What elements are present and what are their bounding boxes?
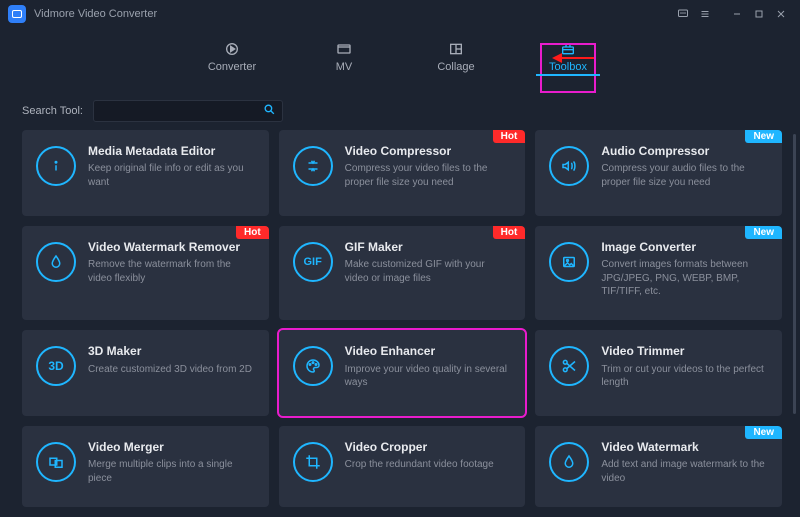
compress-icon: [293, 146, 333, 186]
tool-desc: Keep original file info or edit as you w…: [88, 162, 255, 189]
tool-desc: Compress your video files to the proper …: [345, 162, 512, 189]
tool-video-watermark[interactable]: New Video Watermark Add text and image wa…: [535, 426, 782, 507]
tool-image-converter[interactable]: New Image Converter Convert images format…: [535, 226, 782, 321]
new-badge: New: [745, 130, 782, 143]
hot-badge: Hot: [236, 226, 269, 239]
tool-video-watermark-remover[interactable]: Hot Video Watermark Remover Remove the wa…: [22, 226, 269, 321]
tab-label: Converter: [208, 61, 256, 73]
hot-badge: Hot: [493, 226, 526, 239]
converter-icon: [222, 41, 242, 57]
active-tab-underline: [536, 74, 600, 76]
tool-title: Video Compressor: [345, 144, 512, 158]
app-title: Vidmore Video Converter: [34, 8, 157, 20]
image-convert-icon: [549, 242, 589, 282]
tool-desc: Merge multiple clips into a single piece: [88, 458, 255, 485]
search-input[interactable]: [100, 105, 263, 117]
scissors-icon: [549, 346, 589, 386]
tool-desc: Make customized GIF with your video or i…: [345, 258, 512, 285]
tool-video-cropper[interactable]: Video Cropper Crop the redundant video fo…: [279, 426, 526, 507]
audio-compress-icon: [549, 146, 589, 186]
tool-title: Video Watermark: [601, 440, 768, 454]
tool-desc: Convert images formats between JPG/JPEG,…: [601, 258, 768, 299]
droplet-icon: [36, 242, 76, 282]
hot-badge: Hot: [493, 130, 526, 143]
tool-title: 3D Maker: [88, 344, 255, 358]
tool-desc: Create customized 3D video from 2D: [88, 363, 255, 377]
close-button[interactable]: [770, 4, 792, 24]
app-logo: [8, 5, 26, 23]
tool-title: GIF Maker: [345, 240, 512, 254]
minimize-button[interactable]: [726, 4, 748, 24]
tab-collage[interactable]: Collage: [426, 41, 486, 73]
tool-title: Video Cropper: [345, 440, 512, 454]
feedback-icon[interactable]: [672, 4, 694, 24]
titlebar: Vidmore Video Converter: [0, 0, 800, 28]
new-badge: New: [745, 426, 782, 439]
tool-title: Video Enhancer: [345, 344, 512, 358]
gif-icon: GIF: [293, 242, 333, 282]
crop-icon: [293, 442, 333, 482]
tool-desc: Compress your audio files to the proper …: [601, 162, 768, 189]
collage-icon: [446, 41, 466, 57]
tool-desc: Add text and image watermark to the vide…: [601, 458, 768, 485]
tab-converter[interactable]: Converter: [202, 41, 262, 73]
droplet-icon: [549, 442, 589, 482]
palette-icon: [293, 346, 333, 386]
annotation-arrow: [552, 50, 594, 66]
tool-video-compressor[interactable]: Hot Video Compressor Compress your video …: [279, 130, 526, 216]
main-tabs: Converter MV Collage Toolbox: [0, 28, 800, 86]
tool-title: Media Metadata Editor: [88, 144, 255, 158]
search-box[interactable]: [93, 100, 283, 122]
tool-title: Audio Compressor: [601, 144, 768, 158]
new-badge: New: [745, 226, 782, 239]
tool-title: Video Merger: [88, 440, 255, 454]
tool-video-trimmer[interactable]: Video Trimmer Trim or cut your videos to …: [535, 330, 782, 416]
search-label: Search Tool:: [22, 105, 83, 117]
tool-3d-maker[interactable]: 3D 3D Maker Create customized 3D video fr…: [22, 330, 269, 416]
tool-desc: Crop the redundant video footage: [345, 458, 512, 472]
tool-desc: Improve your video quality in several wa…: [345, 363, 512, 390]
tool-media-metadata-editor[interactable]: Media Metadata Editor Keep original file …: [22, 130, 269, 216]
tool-gif-maker[interactable]: Hot GIF GIF Maker Make customized GIF wit…: [279, 226, 526, 321]
tool-title: Video Trimmer: [601, 344, 768, 358]
tool-desc: Trim or cut your videos to the perfect l…: [601, 363, 768, 390]
info-icon: [36, 146, 76, 186]
maximize-button[interactable]: [748, 4, 770, 24]
tool-title: Image Converter: [601, 240, 768, 254]
tab-label: MV: [336, 61, 353, 73]
tool-video-merger[interactable]: Video Merger Merge multiple clips into a …: [22, 426, 269, 507]
tool-video-enhancer[interactable]: Video Enhancer Improve your video quality…: [279, 330, 526, 416]
tool-audio-compressor[interactable]: New Audio Compressor Compress your audio …: [535, 130, 782, 216]
merger-icon: [36, 442, 76, 482]
tool-title: Video Watermark Remover: [88, 240, 255, 254]
mv-icon: [334, 41, 354, 57]
search-bar: Search Tool:: [0, 86, 800, 130]
search-icon[interactable]: [263, 103, 276, 119]
tab-mv[interactable]: MV: [314, 41, 374, 73]
tab-label: Collage: [437, 61, 474, 73]
tool-desc: Remove the watermark from the video flex…: [88, 258, 255, 285]
scrollbar[interactable]: [793, 134, 796, 414]
threeD-icon: 3D: [36, 346, 76, 386]
menu-icon[interactable]: [694, 4, 716, 24]
tool-grid: Media Metadata Editor Keep original file …: [22, 130, 782, 507]
